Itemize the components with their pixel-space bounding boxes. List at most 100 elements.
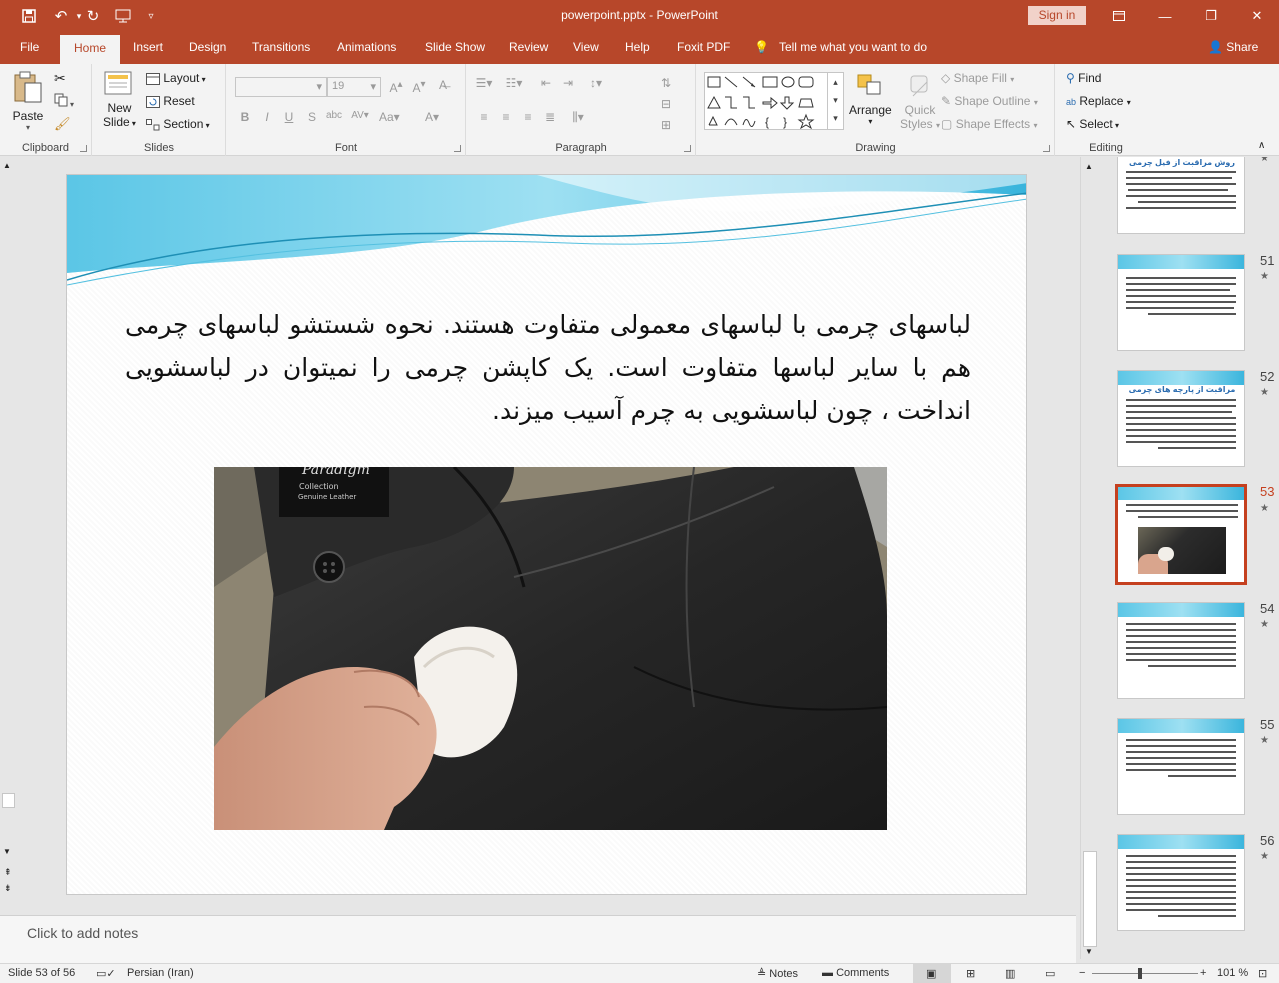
zoom-slider-thumb[interactable] bbox=[1138, 968, 1142, 979]
comments-toggle-button[interactable]: ▬ Comments bbox=[822, 967, 889, 979]
find-button[interactable]: ⚲ Find bbox=[1066, 71, 1101, 85]
layout-button[interactable]: Layout ▾ bbox=[146, 71, 206, 85]
language-indicator[interactable]: Persian (Iran) bbox=[127, 967, 194, 979]
vscroll-down-icon[interactable]: ▼ bbox=[1085, 947, 1093, 956]
shapes-gallery[interactable]: { } ▴ ▾ ▾ bbox=[704, 72, 844, 130]
slide-thumbnail[interactable]: روش مراقبت از فیل چرمی bbox=[1117, 157, 1245, 234]
copy-icon[interactable]: ▾ bbox=[54, 93, 74, 110]
tab-insert[interactable]: Insert bbox=[133, 40, 163, 54]
numbering-icon[interactable]: ☷▾ bbox=[505, 76, 523, 90]
tab-animations[interactable]: Animations bbox=[337, 40, 396, 54]
font-name-combo[interactable]: ▾ bbox=[235, 77, 327, 97]
spelling-check-icon[interactable]: ▭✓ bbox=[96, 967, 116, 980]
bullets-icon[interactable]: ☰▾ bbox=[475, 76, 493, 90]
notes-placeholder[interactable]: Click to add notes bbox=[27, 925, 138, 941]
text-shadow-icon[interactable]: S bbox=[303, 110, 321, 124]
align-right-icon[interactable]: ≡ bbox=[519, 110, 537, 124]
tell-me-search[interactable]: 💡 Tell me what you want to do bbox=[754, 40, 927, 54]
smartart-icon[interactable]: ⊞ bbox=[657, 118, 675, 132]
share-button[interactable]: 👤 Share bbox=[1208, 40, 1258, 54]
previous-slide-icon[interactable]: ⇞ bbox=[4, 867, 12, 878]
font-size-combo[interactable]: 19 ▾ bbox=[327, 77, 381, 97]
slide-show-view-icon[interactable]: ▭ bbox=[1045, 967, 1055, 980]
vscroll-thumb[interactable] bbox=[1083, 851, 1097, 947]
tab-home[interactable]: Home bbox=[60, 35, 121, 64]
slide-sorter-view-icon[interactable]: ⊞ bbox=[966, 967, 975, 980]
italic-icon[interactable]: I bbox=[258, 110, 276, 124]
tab-view[interactable]: View bbox=[573, 40, 599, 54]
tab-foxit-pdf[interactable]: Foxit PDF bbox=[677, 40, 730, 54]
scroll-up-icon[interactable]: ▲ bbox=[3, 161, 11, 170]
zoom-out-icon[interactable]: − bbox=[1079, 967, 1085, 979]
new-slide-button[interactable]: New Slide ▾ bbox=[103, 70, 136, 129]
reading-view-icon[interactable]: ▥ bbox=[1005, 967, 1015, 980]
columns-icon[interactable]: ⫼▾ bbox=[569, 110, 587, 125]
justify-icon[interactable]: ≣ bbox=[541, 110, 559, 124]
tab-review[interactable]: Review bbox=[509, 40, 548, 54]
text-direction-icon[interactable]: ⇅ bbox=[657, 76, 675, 90]
align-center-icon[interactable]: ≡ bbox=[497, 110, 515, 124]
grow-font-icon[interactable]: A▴ bbox=[387, 79, 405, 95]
slide-body-text[interactable]: لباسهای چرمی با لباسهای معمولی متفاوت هس… bbox=[125, 303, 971, 432]
format-painter-icon[interactable]: 🖌 bbox=[54, 116, 71, 132]
bold-icon[interactable]: B bbox=[236, 110, 254, 124]
tab-transitions[interactable]: Transitions bbox=[252, 40, 310, 54]
slide-thumbnail[interactable]: مراقبت از پارچه های چرمی bbox=[1117, 370, 1245, 467]
tab-design[interactable]: Design bbox=[189, 40, 226, 54]
shape-outline-button[interactable]: ✎ Shape Outline ▾ bbox=[941, 94, 1038, 108]
shrink-font-icon[interactable]: A▾ bbox=[410, 79, 428, 95]
underline-icon[interactable]: U bbox=[280, 110, 298, 124]
slide-thumbnail[interactable] bbox=[1117, 602, 1245, 699]
left-scroll-thumb[interactable] bbox=[2, 793, 15, 808]
tab-help[interactable]: Help bbox=[625, 40, 650, 54]
decrease-indent-icon[interactable]: ⇤ bbox=[537, 76, 555, 90]
minimize-icon[interactable]: — bbox=[1147, 4, 1183, 28]
line-spacing-icon[interactable]: ↕▾ bbox=[587, 76, 605, 90]
ribbon-display-options-icon[interactable] bbox=[1101, 4, 1137, 28]
slide-thumbnail-selected[interactable] bbox=[1115, 484, 1247, 585]
vscroll-up-icon[interactable]: ▲ bbox=[1085, 162, 1093, 171]
slide-thumbnail[interactable] bbox=[1117, 718, 1245, 815]
zoom-in-icon[interactable]: + bbox=[1200, 967, 1206, 979]
strikethrough-icon[interactable]: abc bbox=[325, 110, 343, 121]
arrange-button[interactable]: Arrange ▾ bbox=[849, 72, 892, 126]
next-slide-icon[interactable]: ⇟ bbox=[4, 883, 12, 894]
tab-slide-show[interactable]: Slide Show bbox=[425, 40, 485, 54]
font-launcher-icon[interactable] bbox=[454, 145, 461, 152]
collapse-ribbon-icon[interactable]: ∧ bbox=[1258, 140, 1265, 151]
drawing-launcher-icon[interactable] bbox=[1043, 145, 1050, 152]
zoom-slider[interactable] bbox=[1092, 973, 1198, 974]
character-spacing-icon[interactable]: AV▾ bbox=[351, 110, 369, 121]
zoom-level[interactable]: 101 % bbox=[1217, 967, 1248, 979]
notes-pane[interactable]: Click to add notes bbox=[0, 915, 1076, 963]
notes-toggle-button[interactable]: ≜ Notes bbox=[757, 967, 798, 980]
paragraph-launcher-icon[interactable] bbox=[684, 145, 691, 152]
vertical-scrollbar[interactable]: ▲ ▼ bbox=[1080, 157, 1098, 959]
slide-thumbnail[interactable] bbox=[1117, 254, 1245, 351]
align-left-icon[interactable]: ≡ bbox=[475, 110, 493, 124]
slide-thumbnail[interactable] bbox=[1117, 834, 1245, 931]
sign-in-button[interactable]: Sign in bbox=[1028, 6, 1086, 25]
quick-styles-button[interactable]: Quick Styles ▾ bbox=[900, 72, 940, 131]
fit-slide-icon[interactable]: ⊡ bbox=[1258, 967, 1267, 980]
restore-icon[interactable]: ❐ bbox=[1193, 4, 1229, 28]
increase-indent-icon[interactable]: ⇥ bbox=[559, 76, 577, 90]
replace-button[interactable]: ab Replace ▾ bbox=[1066, 94, 1131, 108]
current-slide[interactable]: لباسهای چرمی با لباسهای معمولی متفاوت هس… bbox=[66, 174, 1027, 895]
scroll-down-icon[interactable]: ▼ bbox=[3, 847, 11, 856]
close-icon[interactable]: ✕ bbox=[1239, 4, 1275, 28]
select-button[interactable]: ↖ Select ▾ bbox=[1066, 117, 1119, 131]
tab-file[interactable]: File bbox=[20, 40, 39, 54]
cut-icon[interactable]: ✂ bbox=[54, 70, 66, 87]
paste-button[interactable]: Paste ▾ bbox=[12, 70, 44, 132]
change-case-icon[interactable]: Aa▾ bbox=[379, 110, 400, 124]
leather-jacket-photo[interactable]: Paradigm Collection Genuine Leather bbox=[214, 467, 887, 830]
section-button[interactable]: Section ▾ bbox=[146, 117, 210, 131]
reset-button[interactable]: Reset bbox=[146, 94, 195, 108]
align-text-icon[interactable]: ⊟ bbox=[657, 97, 675, 111]
shape-effects-button[interactable]: ▢ Shape Effects ▾ bbox=[941, 117, 1038, 131]
shape-fill-button[interactable]: ◇ Shape Fill ▾ bbox=[941, 71, 1014, 85]
font-color-icon[interactable]: A▾ bbox=[423, 110, 441, 124]
clipboard-launcher-icon[interactable] bbox=[80, 145, 87, 152]
normal-view-button[interactable]: ▣ bbox=[913, 964, 951, 983]
